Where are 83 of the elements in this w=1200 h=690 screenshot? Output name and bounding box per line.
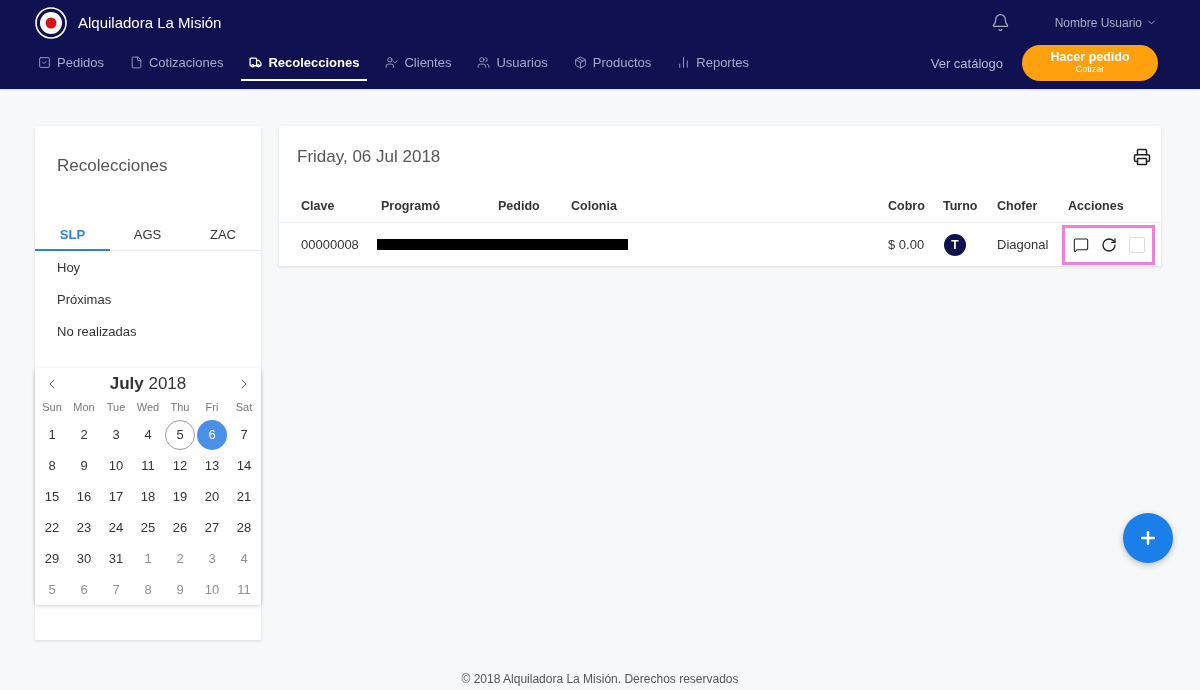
user-check-icon xyxy=(385,55,399,69)
weekday-label: Thu xyxy=(170,401,190,413)
nav-tab[interactable]: Clientes xyxy=(377,45,460,81)
table-cell-text: $ 0.00 xyxy=(888,237,926,252)
calendar-day[interactable]: 27 xyxy=(197,512,227,543)
calendar-day[interactable]: 30 xyxy=(69,543,99,574)
shift-avatar: T xyxy=(944,233,966,256)
calendar-day[interactable]: 26 xyxy=(165,512,195,543)
calendar-day[interactable]: 3 xyxy=(101,419,131,450)
calendar-day[interactable]: 14 xyxy=(229,450,259,481)
column-header: Turno xyxy=(943,199,979,213)
nav-tab[interactable]: Productos xyxy=(565,45,660,81)
calendar-day[interactable]: 2 xyxy=(69,419,99,450)
plus-icon xyxy=(1138,528,1158,548)
truck-icon xyxy=(249,55,263,69)
calendar-day[interactable]: 9 xyxy=(69,450,99,481)
region-tab[interactable]: ZAC xyxy=(185,219,261,251)
calendar-day[interactable]: 16 xyxy=(69,481,99,512)
weekday-label: Fri xyxy=(205,401,219,413)
calendar-day[interactable]: 17 xyxy=(101,481,131,512)
brand-name: Alquiladora La Misión xyxy=(78,14,222,31)
calendar-day[interactable]: 22 xyxy=(37,512,67,543)
table-cell-text: Diagonal xyxy=(997,237,1050,252)
print-icon[interactable] xyxy=(1133,148,1151,166)
bar-chart-icon xyxy=(677,55,691,69)
column-header: Pedido xyxy=(498,199,541,213)
calendar-day[interactable]: 21 xyxy=(229,481,259,512)
nav-tab[interactable]: Cotizaciones xyxy=(122,45,232,81)
comment-icon[interactable] xyxy=(1073,236,1089,253)
file-icon xyxy=(130,55,143,69)
calendar-day[interactable]: 15 xyxy=(37,481,67,512)
column-header: Programó xyxy=(381,199,442,213)
calendar-day[interactable]: 7 xyxy=(229,419,259,450)
weekday-label: Tue xyxy=(106,401,126,413)
nav-tab[interactable]: Usuarios xyxy=(469,45,556,81)
nav-tab[interactable]: Reportes xyxy=(669,45,758,81)
calendar-day[interactable]: 8 xyxy=(37,450,67,481)
catalog-link[interactable]: Ver catálogo xyxy=(930,55,1003,71)
calendar-day[interactable]: 11 xyxy=(133,450,163,481)
checkbox[interactable] xyxy=(1129,236,1145,253)
calendar-day[interactable]: 12 xyxy=(165,450,195,481)
sidebar-item[interactable]: Hoy xyxy=(35,251,261,283)
sidebar-item[interactable]: Próximas xyxy=(35,283,261,315)
weekday-label: Sun xyxy=(42,401,62,413)
column-header: Colonia xyxy=(571,199,618,213)
logo-icon xyxy=(35,6,67,39)
weekday-label: Sat xyxy=(235,401,253,413)
column-header: Cobro xyxy=(888,199,926,213)
table-cell-text: 00000008 xyxy=(301,237,360,252)
calendar-day[interactable]: 18 xyxy=(133,481,163,512)
checkbox-icon xyxy=(38,55,51,69)
region-tab[interactable]: AGS xyxy=(110,219,185,251)
footer-text: © 2018 Alquiladora La Misión. Derechos reservados xyxy=(461,672,739,686)
add-button[interactable] xyxy=(1123,513,1173,563)
weekday-label: Wed xyxy=(136,401,160,413)
users-icon xyxy=(477,55,491,69)
column-header: Acciones xyxy=(1068,199,1125,213)
calendar-day[interactable]: 25 xyxy=(133,512,163,543)
sidebar-title: Recolecciones xyxy=(57,156,169,176)
box-icon xyxy=(573,55,587,69)
column-header: Clave xyxy=(301,199,336,213)
calendar-day[interactable]: 19 xyxy=(165,481,195,512)
date-title: Friday, 06 Jul 2018 xyxy=(297,147,441,167)
nav-tab[interactable]: Recolecciones xyxy=(241,45,368,81)
sidebar-item[interactable]: No realizadas xyxy=(35,315,261,347)
calendar-day[interactable]: 1 xyxy=(37,419,67,450)
nav-tab[interactable]: Pedidos xyxy=(30,45,112,81)
calendar-day[interactable]: 10 xyxy=(101,450,131,481)
column-header: Chofer xyxy=(997,199,1039,213)
calendar-day[interactable]: 31 xyxy=(101,543,131,574)
calendar-day[interactable]: 24 xyxy=(101,512,131,543)
calendar-day[interactable]: 13 xyxy=(197,450,227,481)
user-menu[interactable]: Nombre Usuario xyxy=(1054,15,1157,30)
month-title: July 2018 xyxy=(109,374,187,394)
calendar-day[interactable]: 23 xyxy=(69,512,99,543)
bell-icon[interactable] xyxy=(990,13,1010,32)
calendar-day[interactable]: 28 xyxy=(229,512,259,543)
calendar-day[interactable]: 29 xyxy=(37,543,67,574)
weekday-label: Mon xyxy=(73,401,95,413)
region-tab[interactable]: SLP xyxy=(35,219,110,251)
calendar-day[interactable]: 20 xyxy=(197,481,227,512)
calendar-day[interactable]: 4 xyxy=(133,419,163,450)
refresh-icon[interactable] xyxy=(1101,236,1117,253)
